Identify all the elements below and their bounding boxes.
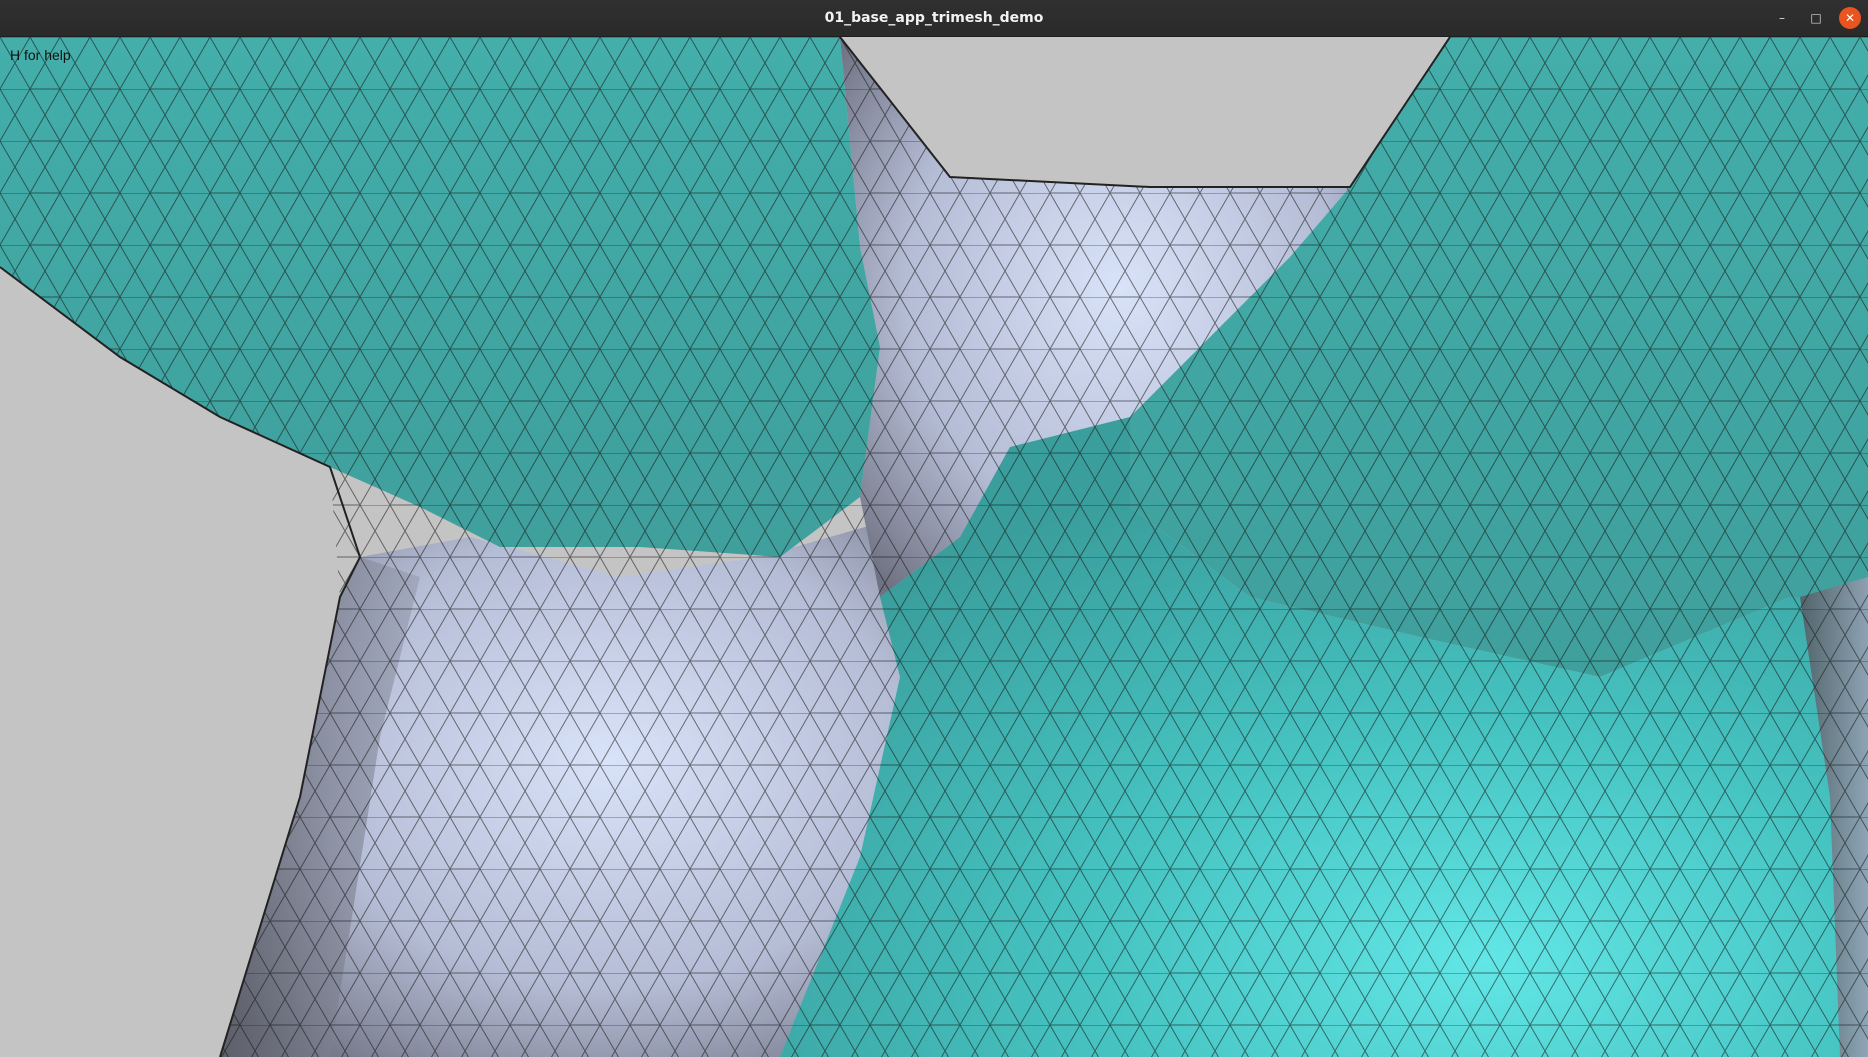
maximize-icon: □ xyxy=(1810,11,1822,25)
window-title: 01_base_app_trimesh_demo xyxy=(824,10,1044,26)
trimesh-render xyxy=(0,37,1868,1057)
title-bar[interactable]: 01_base_app_trimesh_demo – □ ✕ xyxy=(0,0,1868,37)
minimize-icon: – xyxy=(1779,11,1785,25)
app-window: 01_base_app_trimesh_demo – □ ✕ H for hel… xyxy=(0,0,1868,1057)
close-icon: ✕ xyxy=(1844,11,1856,25)
minimize-button[interactable]: – xyxy=(1771,7,1793,29)
maximize-button[interactable]: □ xyxy=(1805,7,1827,29)
3d-viewport[interactable]: H for help xyxy=(0,37,1868,1057)
help-hint: H for help xyxy=(10,47,71,63)
close-button[interactable]: ✕ xyxy=(1839,7,1861,29)
